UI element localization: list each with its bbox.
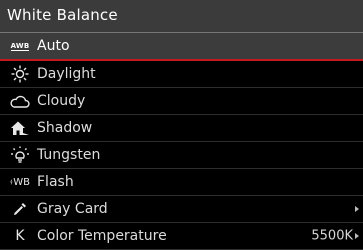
- menu-item-label: Daylight: [37, 66, 96, 82]
- awb-icon: AWB: [10, 41, 30, 51]
- menu-header: White Balance: [0, 0, 363, 33]
- menu-item-label: Tungsten: [37, 147, 101, 163]
- menu-item-cloudy[interactable]: Cloudy: [0, 88, 363, 115]
- flash-icon: WB: [10, 172, 30, 192]
- menu-item-label: Cloudy: [37, 93, 86, 109]
- menu-item-shadow[interactable]: Shadow: [0, 115, 363, 142]
- menu-item-color-temperature[interactable]: K Color Temperature 5500K: [0, 223, 363, 250]
- menu-item-gray-card[interactable]: Gray Card: [0, 196, 363, 223]
- menu-item-auto[interactable]: AWB Auto: [0, 33, 363, 61]
- white-balance-list: AWB Auto Daylight Cloudy Shadow Tungsten…: [0, 33, 363, 250]
- menu-item-daylight[interactable]: Daylight: [0, 61, 363, 88]
- menu-item-label: Shadow: [37, 120, 93, 136]
- menu-item-label: Auto: [37, 38, 70, 54]
- cloud-icon: [10, 91, 30, 111]
- menu-item-label: Gray Card: [37, 201, 108, 217]
- submenu-arrow-icon: [355, 233, 359, 239]
- menu-item-tungsten[interactable]: Tungsten: [0, 142, 363, 169]
- menu-title: White Balance: [7, 6, 118, 24]
- menu-item-label: Color Temperature: [37, 228, 167, 244]
- kelvin-icon: K: [15, 228, 25, 244]
- menu-item-label: Flash: [37, 174, 74, 190]
- eyedropper-icon: [10, 199, 30, 219]
- submenu-arrow-icon: [355, 206, 359, 212]
- house-shadow-icon: [10, 118, 30, 138]
- menu-item-flash[interactable]: WB Flash: [0, 169, 363, 196]
- sun-icon: [10, 64, 30, 84]
- color-temperature-value: 5500K: [311, 228, 353, 244]
- bulb-icon: [10, 145, 30, 165]
